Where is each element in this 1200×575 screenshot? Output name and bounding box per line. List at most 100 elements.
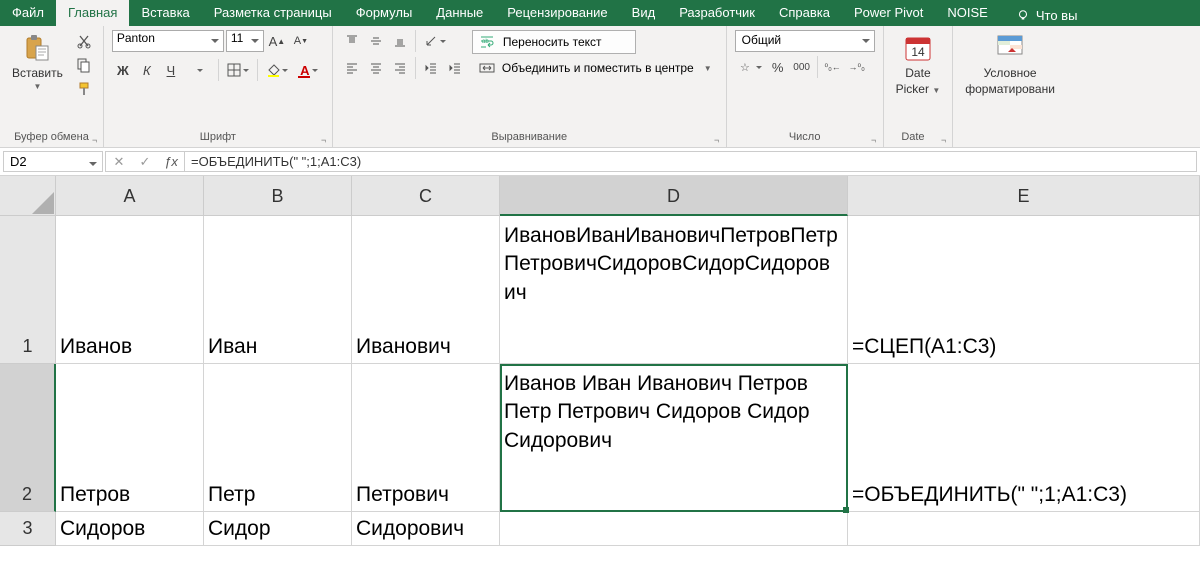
tab-noise[interactable]: NOISE: [935, 0, 999, 26]
group-font-label: Шрифт: [112, 131, 324, 145]
name-box[interactable]: D2: [3, 151, 103, 172]
percent-button[interactable]: %: [767, 56, 789, 78]
column-header-c[interactable]: C: [352, 176, 500, 216]
group-number: Общий ☆ % 000 ⁰₀← →⁰₀ Число: [727, 26, 884, 147]
align-left-button[interactable]: [341, 57, 363, 79]
cancel-formula-button[interactable]: ✕: [106, 154, 132, 170]
column-header-e[interactable]: E: [848, 176, 1200, 216]
column-header-a[interactable]: A: [56, 176, 204, 216]
tab-home[interactable]: Главная: [56, 0, 129, 26]
format-painter-button[interactable]: [73, 78, 95, 100]
cell-c2[interactable]: Петрович: [352, 364, 500, 512]
orientation-button[interactable]: [420, 30, 450, 52]
align-bottom-button[interactable]: [389, 30, 411, 52]
merge-center-button[interactable]: Объединить и поместить в центре ▼: [472, 56, 718, 80]
cell-b3[interactable]: Сидор: [204, 512, 352, 546]
date-picker-button[interactable]: 14 Date Picker ▼: [892, 30, 945, 98]
calendar-icon: 14: [902, 32, 934, 64]
paste-icon: [21, 32, 53, 64]
cell-c3[interactable]: Сидорович: [352, 512, 500, 546]
cell-d2[interactable]: Иванов Иван Иванович Петров Петр Петрови…: [500, 364, 848, 512]
fill-color-button[interactable]: [262, 59, 292, 81]
column-header-b[interactable]: B: [204, 176, 352, 216]
chevron-down-icon: ▼: [704, 64, 712, 73]
copy-button[interactable]: [73, 54, 95, 76]
cut-button[interactable]: [73, 30, 95, 52]
wrap-text-label: Переносить текст: [503, 35, 602, 49]
row-header-1[interactable]: 1: [0, 216, 56, 364]
paste-button[interactable]: Вставить ▼: [8, 30, 67, 93]
group-font: Panton 11 A▲ A▼ Ж К Ч А Шрифт: [104, 26, 333, 147]
align-top-button[interactable]: [341, 30, 363, 52]
cell-b1[interactable]: Иван: [204, 216, 352, 364]
tab-review[interactable]: Рецензирование: [495, 0, 619, 26]
group-date-label: Date: [892, 131, 945, 145]
scissors-icon: [76, 33, 92, 49]
tab-page-layout[interactable]: Разметка страницы: [202, 0, 344, 26]
svg-text:ab: ab: [482, 39, 489, 45]
borders-button[interactable]: [223, 59, 253, 81]
tab-powerpivot[interactable]: Power Pivot: [842, 0, 935, 26]
increase-font-button[interactable]: A▲: [266, 30, 288, 52]
tell-me-search[interactable]: Что вы: [1004, 0, 1090, 26]
cell-e3[interactable]: [848, 512, 1200, 546]
insert-function-button[interactable]: ƒx: [158, 154, 184, 169]
decrease-indent-button[interactable]: [420, 57, 442, 79]
formula-bar: D2 ✕ ✓ ƒx =ОБЪЕДИНИТЬ(" ";1;A1:C3): [0, 148, 1200, 176]
cell-e2[interactable]: =ОБЪЕДИНИТЬ(" ";1;A1:C3): [848, 364, 1200, 512]
group-styles: Условное форматировани: [953, 26, 1067, 147]
underline-dropdown[interactable]: [184, 59, 214, 81]
worksheet-grid[interactable]: A B C D E 1 Иванов Иван Иванович ИвановИ…: [0, 176, 1200, 546]
cell-c1[interactable]: Иванович: [352, 216, 500, 364]
formula-input[interactable]: =ОБЪЕДИНИТЬ(" ";1;A1:C3): [184, 151, 1197, 172]
cell-b2[interactable]: Петр: [204, 364, 352, 512]
align-left-icon: [345, 61, 359, 75]
align-center-button[interactable]: [365, 57, 387, 79]
select-all-corner[interactable]: [0, 176, 56, 216]
font-name-select[interactable]: Panton: [112, 30, 224, 52]
comma-style-button[interactable]: 000: [791, 56, 813, 78]
tab-formulas[interactable]: Формулы: [344, 0, 425, 26]
tab-view[interactable]: Вид: [620, 0, 668, 26]
tab-insert[interactable]: Вставка: [129, 0, 201, 26]
increase-indent-button[interactable]: [444, 57, 466, 79]
conditional-formatting-button[interactable]: Условное форматировани: [961, 30, 1059, 98]
wrap-text-icon: ab: [479, 34, 497, 50]
tab-file[interactable]: Файл: [0, 0, 56, 26]
cell-d3[interactable]: [500, 512, 848, 546]
accounting-format-button[interactable]: ☆: [735, 56, 765, 78]
tab-data[interactable]: Данные: [424, 0, 495, 26]
date-picker-label-1: Date: [905, 66, 930, 80]
align-right-button[interactable]: [389, 57, 411, 79]
bold-button[interactable]: Ж: [112, 59, 134, 81]
group-clipboard: Вставить ▼ Буфер обмена: [0, 26, 104, 147]
decrease-font-button[interactable]: A▼: [290, 30, 312, 52]
lightbulb-icon: [1016, 9, 1030, 23]
number-format-select[interactable]: Общий: [735, 30, 875, 52]
font-color-button[interactable]: А: [294, 59, 324, 81]
currency-icon: ☆: [738, 60, 754, 74]
cell-d1[interactable]: ИвановИванИвановичПетровПетрПетровичСидо…: [500, 216, 848, 364]
increase-decimal-button[interactable]: ⁰₀←: [822, 56, 844, 78]
cell-a3[interactable]: Сидоров: [56, 512, 204, 546]
tab-developer[interactable]: Разработчик: [667, 0, 767, 26]
decrease-decimal-button[interactable]: →⁰₀: [846, 56, 868, 78]
svg-text:14: 14: [911, 45, 925, 59]
align-bottom-icon: [393, 34, 407, 48]
enter-formula-button[interactable]: ✓: [132, 154, 158, 170]
cell-a2[interactable]: Петров: [56, 364, 204, 512]
font-size-select[interactable]: 11: [226, 30, 264, 52]
cell-e1[interactable]: =СЦЕП(A1:C3): [848, 216, 1200, 364]
align-middle-button[interactable]: [365, 30, 387, 52]
underline-button[interactable]: Ч: [160, 59, 182, 81]
separator: [218, 59, 219, 81]
cell-a1[interactable]: Иванов: [56, 216, 204, 364]
row-header-3[interactable]: 3: [0, 512, 56, 546]
separator: [257, 59, 258, 81]
group-alignment: ab Переносить текст Объединить и помести…: [333, 26, 727, 147]
column-header-d[interactable]: D: [500, 176, 848, 216]
wrap-text-button[interactable]: ab Переносить текст: [472, 30, 636, 54]
tab-help[interactable]: Справка: [767, 0, 842, 26]
row-header-2[interactable]: 2: [0, 364, 56, 512]
italic-button[interactable]: К: [136, 59, 158, 81]
